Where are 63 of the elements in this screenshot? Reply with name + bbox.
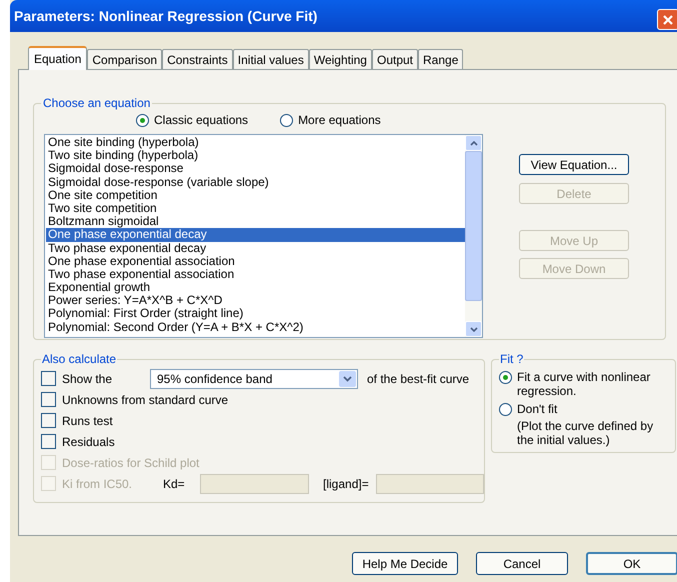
list-item[interactable]: Sigmoidal dose-response — [46, 162, 465, 176]
note-text: (Plot the curve defined by the initial values.) — [517, 419, 654, 447]
dropdown[interactable]: 95% confidence band — [150, 368, 358, 388]
dropdown-button[interactable] — [339, 370, 356, 386]
list-item[interactable]: Polynomial: First Order (straight line) — [46, 307, 465, 321]
list-item[interactable]: Sigmoidal dose-response (variable slope) — [46, 176, 465, 189]
tab[interactable]: Constraints — [162, 49, 233, 69]
checkbox[interactable] — [41, 392, 56, 407]
checkbox-label[interactable]: Unknowns from standard curve — [62, 390, 228, 408]
radio-button[interactable] — [136, 114, 149, 126]
tab[interactable]: Initial values — [232, 49, 309, 69]
list-item[interactable]: Two site binding (hyperbola) — [46, 149, 465, 162]
checkbox[interactable] — [41, 413, 56, 428]
checkbox[interactable] — [41, 434, 56, 449]
chevron-down-icon — [470, 326, 478, 332]
button[interactable]: Help Me Decide — [352, 552, 458, 575]
chevron-down-icon — [343, 376, 352, 382]
radio-button[interactable] — [280, 114, 294, 126]
list-item[interactable]: Boltzmann sigmoidal — [46, 215, 465, 228]
button[interactable]: Cancel — [476, 552, 568, 575]
list-item[interactable]: Two phase exponential association — [46, 268, 465, 282]
button[interactable]: View Equation... — [519, 154, 629, 175]
radio-label[interactable]: More equations — [298, 111, 381, 129]
list-item[interactable]: One phase exponential decay — [46, 228, 465, 242]
radio-label[interactable]: Fit a curve with nonlinear regression. — [517, 370, 667, 398]
radio-button[interactable] — [499, 371, 512, 384]
close-icon — [662, 14, 674, 26]
tab[interactable]: Output — [372, 49, 418, 69]
list-item[interactable]: Polynomial: Second Order (Y=A + B*X + C*X^2) — [46, 320, 465, 334]
checkbox-label[interactable]: Residuals — [62, 432, 115, 450]
radio-label[interactable]: Don't fit — [517, 402, 667, 416]
checkbox[interactable] — [41, 371, 56, 386]
group-label: Also calculate — [41, 351, 118, 368]
group-label: Fit ? — [499, 351, 524, 368]
list-item[interactable]: Power series: Y=A*X^B + C*X^D — [46, 294, 465, 308]
input-field[interactable] — [376, 474, 484, 494]
scroll-up-button[interactable] — [465, 135, 482, 151]
scroll-down-button[interactable] — [465, 321, 482, 337]
field-label: Kd= — [163, 476, 186, 492]
tab[interactable]: Equation — [28, 46, 88, 70]
list-item[interactable]: Two site competition — [46, 202, 465, 216]
button[interactable]: OK — [586, 552, 677, 575]
suffix-label: of the best-fit curve — [367, 370, 470, 388]
scroll-thumb[interactable] — [465, 151, 482, 301]
tab[interactable]: Comparison — [87, 49, 162, 69]
list-item[interactable]: Two phase exponential decay — [46, 242, 465, 255]
checkbox-label[interactable]: Show the — [62, 370, 150, 388]
input-field[interactable] — [200, 474, 309, 494]
group-label: Choose an equation — [42, 95, 152, 112]
radio-button[interactable] — [499, 403, 512, 416]
list-item[interactable]: Exponential growth — [46, 281, 465, 294]
window-title: Parameters: Nonlinear Regression (Curve Fit) — [14, 6, 318, 26]
list-item[interactable]: One site binding (hyperbola) — [46, 136, 465, 150]
chevron-up-icon — [470, 140, 478, 146]
checkbox-label[interactable]: Runs test — [62, 412, 113, 430]
list-item[interactable]: One site competition — [46, 188, 465, 202]
tab[interactable]: Range — [418, 49, 464, 69]
tab[interactable]: Weighting — [308, 49, 372, 69]
field-label: [ligand]= — [323, 476, 370, 492]
radio-label[interactable]: Classic equations — [154, 111, 248, 129]
close-button[interactable] — [657, 9, 677, 30]
list-item[interactable]: One phase exponential association — [46, 254, 465, 268]
scrollbar[interactable] — [465, 135, 482, 337]
